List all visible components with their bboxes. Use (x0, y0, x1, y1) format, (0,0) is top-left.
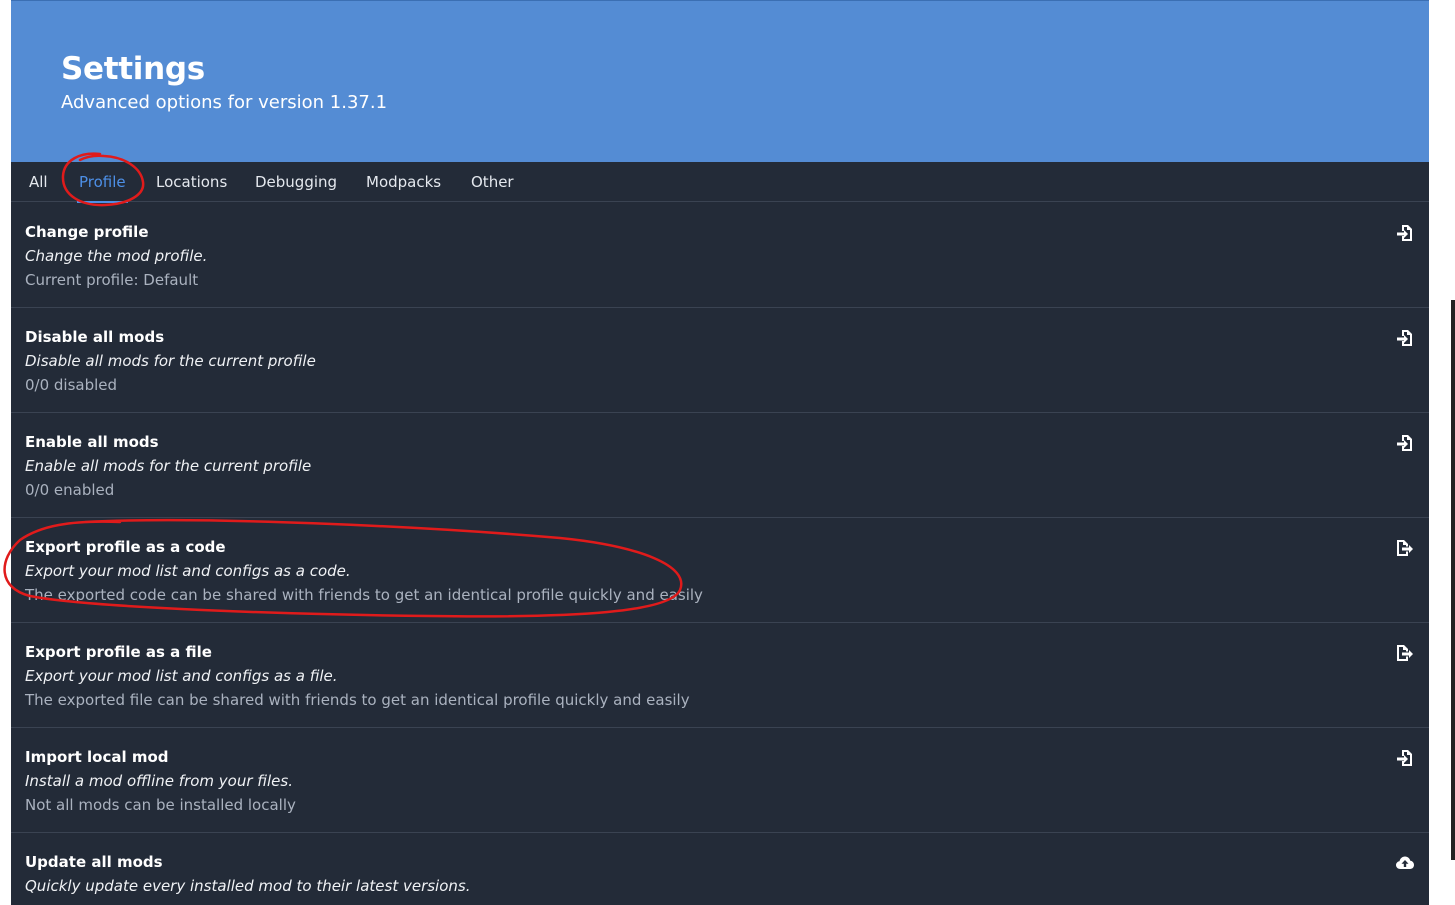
file-export-icon[interactable] (1395, 538, 1415, 558)
setting-import-local-mod[interactable]: Import local mod Install a mod offline f… (11, 728, 1429, 833)
file-import-icon[interactable] (1395, 328, 1415, 348)
file-import-icon[interactable] (1395, 433, 1415, 453)
setting-export-profile-file[interactable]: Export profile as a file Export your mod… (11, 623, 1429, 728)
setting-value: The exported code can be shared with fri… (25, 586, 703, 604)
setting-description: Export your mod list and configs as a co… (25, 562, 351, 580)
setting-value: 0/0 enabled (25, 481, 115, 499)
setting-title: Disable all mods (25, 328, 165, 346)
file-import-icon[interactable] (1395, 748, 1415, 768)
setting-title: Enable all mods (25, 433, 159, 451)
tab-other[interactable]: Other (471, 173, 514, 191)
setting-title: Export profile as a file (25, 643, 212, 661)
setting-title: Import local mod (25, 748, 169, 766)
setting-description: Quickly update every installed mod to th… (25, 877, 471, 895)
setting-value: The exported file can be shared with fri… (25, 691, 690, 709)
window-left-edge (0, 0, 11, 905)
page-title: Settings (61, 51, 205, 87)
setting-change-profile[interactable]: Change profile Change the mod profile. C… (11, 203, 1429, 308)
tab-debugging[interactable]: Debugging (255, 173, 337, 191)
setting-description: Install a mod offline from your files. (25, 772, 293, 790)
setting-enable-all-mods[interactable]: Enable all mods Enable all mods for the … (11, 413, 1429, 518)
file-import-icon[interactable] (1395, 223, 1415, 243)
setting-export-profile-code[interactable]: Export profile as a code Export your mod… (11, 518, 1429, 623)
setting-description: Export your mod list and configs as a fi… (25, 667, 338, 685)
setting-description: Disable all mods for the current profile (25, 352, 316, 370)
settings-page: Settings Advanced options for version 1.… (11, 0, 1429, 905)
cloud-upload-icon[interactable] (1395, 853, 1415, 873)
setting-description: Enable all mods for the current profile (25, 457, 312, 475)
setting-title: Update all mods (25, 853, 163, 871)
file-export-icon[interactable] (1395, 643, 1415, 663)
setting-title: Change profile (25, 223, 149, 241)
tab-locations[interactable]: Locations (156, 173, 227, 191)
setting-update-all-mods[interactable]: Update all mods Quickly update every ins… (11, 833, 1429, 905)
setting-description: Change the mod profile. (25, 247, 208, 265)
settings-header: Settings Advanced options for version 1.… (11, 0, 1429, 162)
page-subtitle: Advanced options for version 1.37.1 (61, 92, 388, 113)
setting-title: Export profile as a code (25, 538, 226, 556)
tab-all[interactable]: All (29, 173, 48, 191)
settings-tabs: All Profile Locations Debugging Modpacks… (11, 162, 1429, 203)
setting-value: Not all mods can be installed locally (25, 796, 296, 814)
setting-value: 0/0 disabled (25, 376, 118, 394)
setting-value: Current profile: Default (25, 271, 199, 289)
tab-modpacks[interactable]: Modpacks (366, 173, 441, 191)
tab-profile[interactable]: Profile (77, 173, 128, 203)
setting-disable-all-mods[interactable]: Disable all mods Disable all mods for th… (11, 308, 1429, 413)
scrollbar-thumb[interactable] (1451, 300, 1455, 860)
